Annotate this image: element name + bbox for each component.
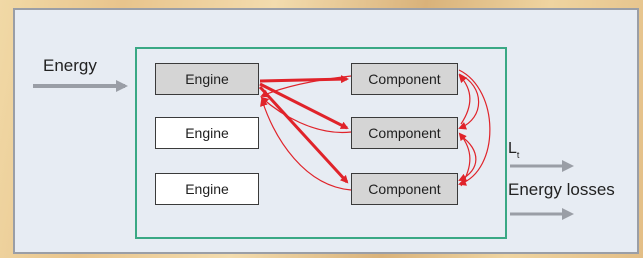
lt-main-text: L bbox=[508, 140, 517, 157]
component-box-2: Component bbox=[351, 117, 458, 149]
energy-losses-label: Energy losses bbox=[508, 180, 615, 199]
engine-box-2: Engine bbox=[155, 117, 259, 149]
engine-box-3: Engine bbox=[155, 173, 259, 205]
energy-input-label: Energy bbox=[43, 56, 97, 75]
component-box-3: Component bbox=[351, 173, 458, 205]
diagram-panel: Energy Engine Engine Engine Component Co… bbox=[13, 8, 639, 254]
component-box-1: Component bbox=[351, 63, 458, 95]
lt-output-label: Lt bbox=[508, 140, 519, 160]
engine-box-1: Engine bbox=[155, 63, 259, 95]
